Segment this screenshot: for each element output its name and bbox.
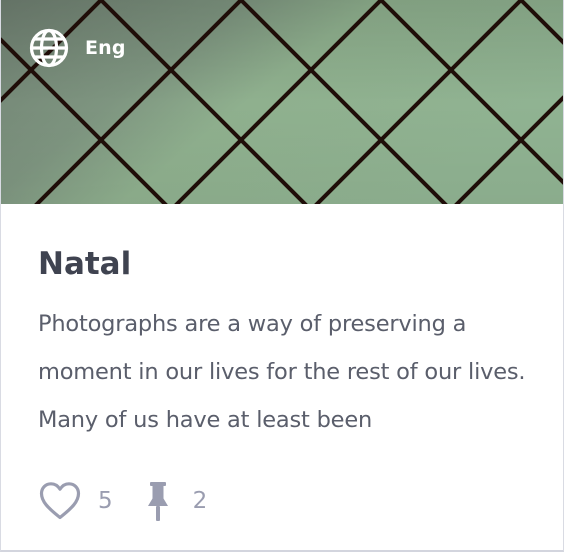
language-label: Eng: [85, 37, 126, 59]
likes-stat[interactable]: 5: [39, 481, 113, 521]
heart-icon[interactable]: [39, 481, 81, 521]
card-body: Natal Photographs are a way of preservin…: [1, 204, 563, 444]
article-card[interactable]: Eng Natal Photographs are a way of prese…: [0, 0, 564, 552]
pins-stat[interactable]: 2: [145, 480, 208, 522]
card-stats: 5 2: [39, 480, 207, 522]
pushpin-icon[interactable]: [145, 480, 171, 522]
pins-count: 2: [192, 488, 208, 514]
likes-count: 5: [98, 488, 113, 514]
language-badge[interactable]: Eng: [29, 28, 126, 68]
card-title[interactable]: Natal: [38, 244, 526, 284]
globe-icon: [29, 28, 69, 68]
card-description: Photographs are a way of preserving a mo…: [38, 311, 526, 433]
card-cover-image: Eng: [1, 0, 563, 204]
